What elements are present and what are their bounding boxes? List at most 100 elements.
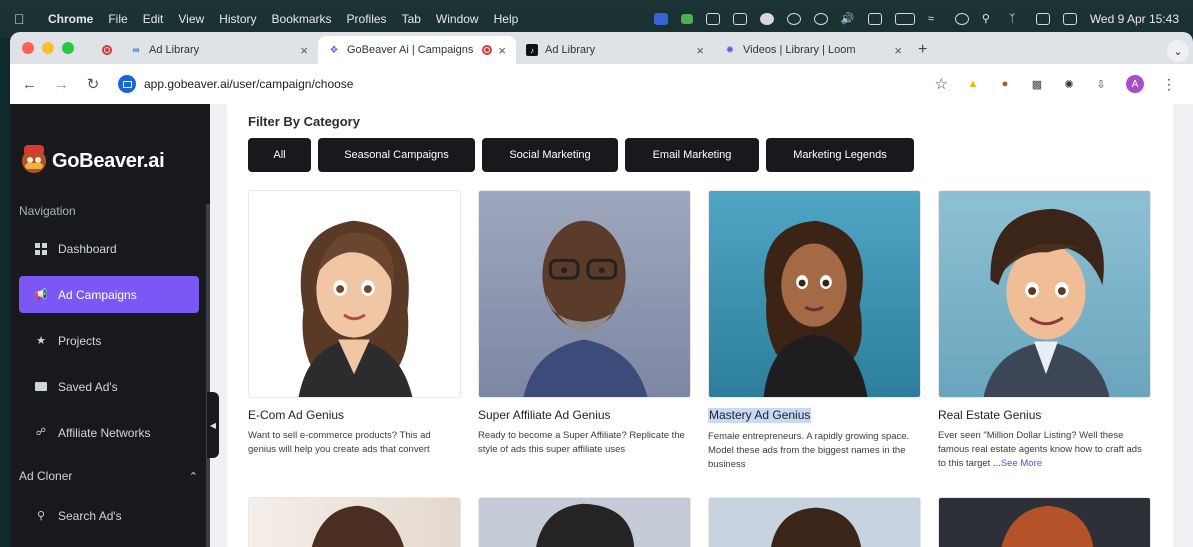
apple-icon[interactable]:  (14, 11, 30, 27)
card-title[interactable]: Mastery Ad Genius (708, 408, 812, 423)
tab-strip: ∞ Ad Library × ❖ GoBeaver Ai | Campaigns… (10, 32, 1193, 64)
real-estate-avatar-image[interactable] (938, 190, 1151, 398)
close-window-button[interactable] (22, 42, 34, 54)
tab-ad-library-meta[interactable]: ∞ Ad Library × (120, 36, 318, 64)
siri-icon[interactable] (1062, 13, 1077, 25)
menu-help[interactable]: Help (494, 12, 519, 26)
address-bar[interactable]: app.gobeaver.ai/user/campaign/choose ☆ (118, 69, 948, 99)
campaign-card-mastery[interactable]: Mastery Ad Genius Female entrepreneurs. … (708, 190, 921, 472)
close-tab-icon[interactable]: × (300, 43, 308, 58)
bookmark-star-icon[interactable]: ☆ (935, 75, 948, 93)
record-icon (102, 45, 112, 55)
tab-title: Ad Library (545, 44, 596, 56)
close-tab-icon[interactable]: × (696, 43, 704, 58)
filter-seasonal-campaigns-button[interactable]: Seasonal Campaigns (318, 138, 475, 172)
menu-file[interactable]: File (108, 12, 127, 26)
reload-icon[interactable]: ↻ (86, 75, 100, 93)
download-icon[interactable]: ⇩ (1094, 77, 1108, 91)
beaver-extension-icon[interactable]: ● (998, 77, 1012, 91)
new-tab-button[interactable]: + (918, 36, 927, 64)
profile-avatar[interactable]: A (1126, 75, 1144, 93)
menu-edit[interactable]: Edit (143, 12, 164, 26)
card-title[interactable]: Super Affiliate Ad Genius (478, 408, 691, 423)
tab-gobeaver-campaigns[interactable]: ❖ GoBeaver Ai | Campaigns × (318, 36, 516, 64)
kebab-menu-icon[interactable]: ⋮ (1162, 76, 1176, 92)
sidebar-item-label: Projects (58, 333, 102, 348)
menu-bookmarks[interactable]: Bookmarks (272, 12, 332, 26)
menu-profiles[interactable]: Profiles (347, 12, 387, 26)
campaign-card-ecom[interactable]: E-Com Ad Genius Want to sell e-commerce … (248, 190, 461, 472)
bluetooth-icon[interactable]: ᛉ (1009, 13, 1023, 25)
filter-social-marketing-button[interactable]: Social Marketing (482, 138, 618, 172)
history-status-icon[interactable] (786, 13, 801, 25)
maximize-window-button[interactable] (62, 42, 74, 54)
puzzle-extensions-icon[interactable]: ▩ (1030, 77, 1044, 91)
close-tab-icon[interactable]: × (894, 43, 902, 58)
sidebar-item-label: Ad Campaigns (58, 287, 137, 302)
filter-email-marketing-button[interactable]: Email Marketing (625, 138, 759, 172)
user-status-icon[interactable] (954, 13, 969, 25)
sidebar-item-projects[interactable]: ★ Projects (19, 322, 199, 359)
forward-arrow-icon[interactable]: → (54, 76, 69, 93)
see-more-link[interactable]: See More (1001, 458, 1042, 469)
spotlight-search-icon[interactable]: ⚲ (982, 13, 996, 25)
zoom-status-icon[interactable] (653, 13, 668, 25)
tab-search-chevron-icon[interactable]: ⌄ (1167, 40, 1189, 62)
campaign-card-super-affiliate[interactable]: Super Affiliate Ad Genius Ready to becom… (478, 190, 691, 472)
recording-tab-indicator[interactable] (96, 36, 120, 64)
menu-view[interactable]: View (178, 12, 204, 26)
sidebar-item-dashboard[interactable]: Dashboard (19, 230, 199, 267)
menu-history[interactable]: History (219, 12, 256, 26)
camera-status-icon[interactable] (705, 13, 720, 25)
chrome-window: ∞ Ad Library × ❖ GoBeaver Ai | Campaigns… (10, 32, 1193, 547)
card-title[interactable]: E-Com Ad Genius (248, 408, 461, 423)
site-info-icon[interactable] (118, 75, 136, 93)
control-center-icon[interactable] (1035, 13, 1050, 25)
filter-all-button[interactable]: All (248, 138, 311, 172)
brand[interactable]: GoBeaver.ai (10, 104, 210, 186)
campaign-card-image[interactable] (478, 497, 691, 547)
screen-share-icon[interactable] (732, 13, 747, 25)
campaign-card-real-estate[interactable]: Real Estate Genius Ever seen "Million Do… (938, 190, 1151, 472)
wifi-icon[interactable]: ≈ (928, 13, 942, 25)
chevron-left-icon: ◀ (209, 420, 217, 430)
minimize-window-button[interactable] (42, 42, 54, 54)
filter-marketing-legends-button[interactable]: Marketing Legends (766, 138, 914, 172)
folder-icon (35, 382, 47, 391)
campaign-card-image[interactable] (708, 497, 921, 547)
ecom-avatar-image[interactable] (248, 190, 461, 398)
sidebar-item-ad-campaigns[interactable]: 📢 Ad Campaigns (19, 276, 199, 313)
navigation-section-label: Navigation (19, 204, 76, 218)
menu-tab[interactable]: Tab (402, 12, 421, 26)
star-icon: ★ (36, 335, 46, 347)
battery-icon[interactable] (894, 13, 915, 25)
display-icon[interactable] (867, 13, 882, 25)
volume-icon[interactable]: 🔊 (841, 13, 855, 25)
menubar-clock[interactable]: Wed 9 Apr 15:43 (1090, 12, 1179, 26)
mastery-avatar-image[interactable] (708, 190, 921, 398)
menu-window[interactable]: Window (436, 12, 479, 26)
checkmark-status-icon[interactable] (759, 13, 774, 25)
sidebar-item-label: Affiliate Networks (58, 425, 151, 440)
sidebar-item-search-ads[interactable]: ⚲ Search Ad's (19, 497, 199, 534)
tab-title: GoBeaver Ai | Campaigns (347, 44, 474, 56)
ad-cloner-section-toggle[interactable]: Ad Cloner ⌃ (10, 461, 210, 491)
google-drive-extension-icon[interactable]: ▲ (966, 77, 980, 91)
super-affiliate-avatar-image[interactable] (478, 190, 691, 398)
sidebar-item-saved-ads[interactable]: Saved Ad's (19, 368, 199, 405)
card-title[interactable]: Real Estate Genius (938, 408, 1151, 423)
tab-loom-videos[interactable]: ✹ Videos | Library | Loom × (714, 36, 912, 64)
campaign-card-image[interactable] (938, 497, 1151, 547)
sidebar: GoBeaver.ai Navigation Dashboard 📢 Ad Ca… (10, 104, 210, 547)
sidebar-collapse-handle[interactable]: ◀ (207, 392, 219, 458)
record-status-icon[interactable] (813, 13, 828, 25)
gpt-extension-icon[interactable]: ✺ (1062, 77, 1076, 91)
close-tab-icon[interactable]: × (498, 43, 506, 58)
upload-status-icon[interactable] (680, 14, 693, 24)
url-text[interactable]: app.gobeaver.ai/user/campaign/choose (144, 77, 927, 91)
sidebar-item-affiliate-networks[interactable]: ☍ Affiliate Networks (19, 414, 199, 451)
tab-ad-library-tiktok[interactable]: ♪ Ad Library × (516, 36, 714, 64)
campaign-card-image[interactable] (248, 497, 461, 547)
back-arrow-icon[interactable]: ← (22, 76, 37, 93)
menu-app-name[interactable]: Chrome (48, 12, 93, 26)
